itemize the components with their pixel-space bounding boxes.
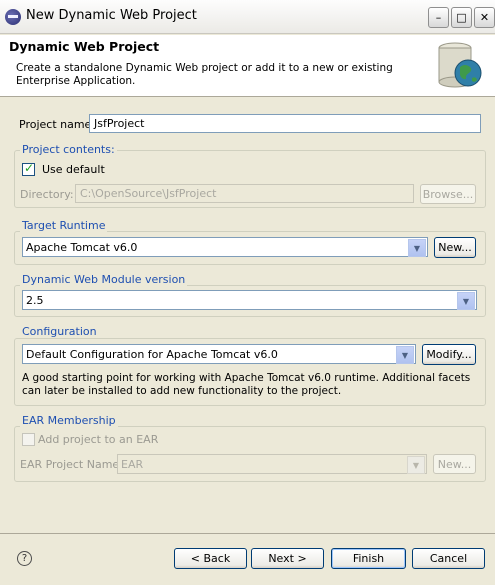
help-icon[interactable]: ?	[17, 551, 32, 566]
use-default-checkbox[interactable]	[22, 161, 35, 176]
maximize-button[interactable]: □	[451, 7, 472, 28]
add-to-ear-label: Add project to an EAR	[38, 433, 159, 446]
browse-button[interactable]: Browse...	[420, 184, 476, 204]
finish-button[interactable]: Finish	[331, 548, 406, 569]
footer-divider	[0, 533, 495, 534]
new-ear-button[interactable]: New...	[433, 454, 476, 474]
chevron-down-icon[interactable]: ▼	[396, 346, 414, 364]
configuration-description: A good starting point for working with A…	[22, 372, 471, 397]
minimize-button[interactable]: –	[428, 7, 449, 28]
ear-project-name-value: EAR	[121, 458, 144, 471]
page-title: Dynamic Web Project	[9, 39, 160, 54]
chevron-down-icon[interactable]: ▼	[407, 456, 425, 474]
project-name-label: Project name:	[19, 118, 96, 131]
window-title: New Dynamic Web Project	[26, 8, 197, 23]
modify-button[interactable]: Modify...	[422, 344, 476, 365]
directory-input[interactable]: C:\OpenSource\JsfProject	[75, 184, 414, 203]
project-contents-legend: Project contents:	[20, 143, 117, 156]
use-default-label: Use default	[42, 163, 105, 176]
web-module-version-value: 2.5	[26, 294, 44, 307]
new-runtime-button[interactable]: New...	[434, 237, 476, 258]
close-button[interactable]: ✕	[474, 7, 495, 28]
target-runtime-select[interactable]: Apache Tomcat v6.0 ▼	[22, 237, 428, 257]
directory-label: Directory:	[20, 188, 74, 201]
ear-membership-legend: EAR Membership	[20, 414, 118, 427]
web-project-globe-icon	[438, 42, 482, 88]
web-module-version-select[interactable]: 2.5 ▼	[22, 290, 477, 310]
chevron-down-icon[interactable]: ▼	[408, 239, 426, 257]
target-runtime-value: Apache Tomcat v6.0	[26, 241, 138, 254]
add-to-ear-checkbox[interactable]	[22, 433, 35, 446]
back-button[interactable]: < Back	[174, 548, 247, 569]
ear-project-name-select[interactable]: EAR ▼	[117, 454, 427, 474]
target-runtime-legend: Target Runtime	[20, 219, 108, 232]
configuration-legend: Configuration	[20, 325, 99, 338]
eclipse-icon	[5, 9, 21, 25]
cancel-button[interactable]: Cancel	[412, 548, 485, 569]
next-button[interactable]: Next >	[251, 548, 324, 569]
configuration-select[interactable]: Default Configuration for Apache Tomcat …	[22, 344, 416, 364]
web-module-legend: Dynamic Web Module version	[20, 273, 188, 286]
page-description: Create a standalone Dynamic Web project …	[16, 62, 393, 87]
chevron-down-icon[interactable]: ▼	[457, 292, 475, 310]
project-name-input[interactable]: JsfProject	[89, 114, 481, 133]
ear-project-name-label: EAR Project Name:	[20, 458, 123, 471]
configuration-value: Default Configuration for Apache Tomcat …	[26, 348, 278, 361]
